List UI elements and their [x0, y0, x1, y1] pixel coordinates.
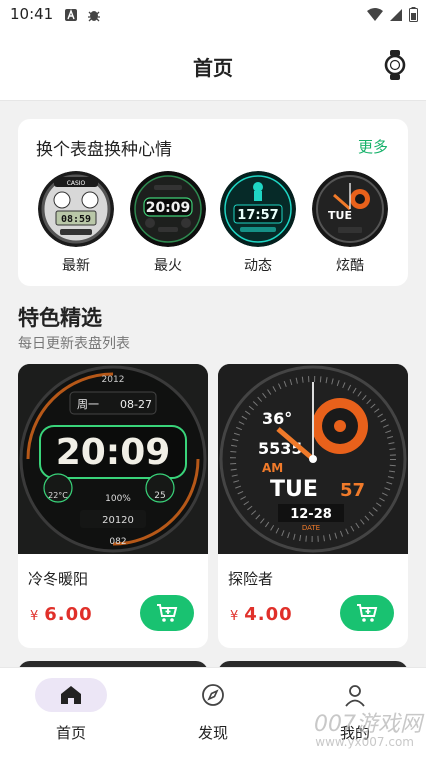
face-temp: 36° [262, 409, 292, 428]
product-name: 探险者 [228, 570, 274, 588]
face-temp: 22°C [48, 491, 68, 500]
add-to-cart-button[interactable] [140, 595, 194, 631]
status-time: 10:41 [10, 5, 54, 23]
face-date: 12-28 [290, 507, 332, 522]
signal-icon [390, 8, 402, 21]
face-year: 2012 [102, 375, 125, 385]
add-to-cart-button[interactable] [340, 595, 394, 631]
face-day: TUE [270, 477, 318, 502]
face-ampm: AM [262, 461, 283, 475]
face-category-cool[interactable]: TUE 炫酷 [310, 171, 390, 275]
face-category-label: 炫酷 [336, 258, 364, 274]
status-notification-icons [64, 7, 102, 23]
product-price: ¥6.00 [30, 604, 93, 625]
face-time: 20:09 [146, 200, 191, 216]
face-battery: 100% [105, 494, 131, 504]
product-price: ¥4.00 [230, 604, 293, 625]
wifi-icon [367, 7, 383, 21]
face-category-hot[interactable]: 20:09 最火 [128, 171, 208, 275]
page-title: 首页 [193, 56, 233, 80]
product-name: 冷冬暖阳 [28, 570, 89, 588]
face-category-label: 最火 [154, 258, 182, 274]
battery-icon [409, 7, 418, 22]
face-moon: 25 [154, 491, 165, 501]
bug-icon [88, 11, 100, 22]
smartwatch-button[interactable] [382, 48, 408, 82]
smartwatch-icon [384, 50, 406, 80]
face-date-label: DATE [302, 524, 320, 532]
nav-label: 发现 [197, 724, 228, 742]
home-icon [61, 686, 81, 704]
product-image: 2012 周一 08-27 20:09 22°C 100% 25 20120 0… [18, 364, 208, 554]
face-thumbnail: CASIO 08:59 [38, 171, 114, 247]
face-category-label: 最新 [62, 258, 90, 274]
nav-indicator [177, 678, 249, 712]
face-thumbnail: 20:09 [130, 171, 206, 247]
status-system-icons [367, 7, 418, 22]
face-thumbnail: 17:57 [220, 171, 296, 247]
nav-discover[interactable]: 发现 [163, 678, 263, 743]
watchface-switch-card: 换个表盘换种心情 更多 CASIO 08:59 最新 20:09 最火 17:5… [18, 119, 408, 286]
nav-indicator [35, 678, 107, 712]
top-app-bar: 首页 [0, 30, 426, 101]
face-date: 08-27 [120, 398, 152, 411]
nav-label: 首页 [55, 724, 86, 742]
face-brand: CASIO [67, 180, 86, 187]
compass-icon [202, 684, 224, 706]
font-a-icon [65, 9, 77, 21]
section-subtitle: 每日更新表盘列表 [18, 336, 130, 352]
face-category-latest[interactable]: CASIO 08:59 最新 [36, 171, 116, 275]
face-day: TUE [328, 209, 352, 222]
status-bar: 10:41 [0, 0, 426, 30]
face-time: 08:59 [61, 214, 91, 225]
face-weekday: 周一 [77, 398, 99, 411]
user-icon [345, 685, 365, 707]
currency-symbol: ¥ [230, 609, 239, 624]
face-second: 57 [340, 480, 365, 501]
currency-symbol: ¥ [30, 609, 39, 624]
product-card[interactable]: 36° 5535 AM TUE 57 12-28 DATE 探险者 ¥4.00 [218, 364, 408, 648]
face-heart: 082 [109, 537, 126, 547]
more-link[interactable]: 更多 [358, 136, 388, 157]
nav-home[interactable]: 首页 [21, 678, 121, 743]
face-thumbnail: TUE [312, 171, 388, 247]
face-time: 20:09 [56, 432, 171, 473]
product-image: 36° 5535 AM TUE 57 12-28 DATE [218, 364, 408, 554]
face-category-dynamic[interactable]: 17:57 动态 [218, 171, 298, 275]
watermark-logo: 007游戏网 [314, 712, 422, 737]
cart-plus-icon [357, 604, 378, 622]
product-card[interactable]: 2012 周一 08-27 20:09 22°C 100% 25 20120 0… [18, 364, 208, 648]
face-steps: 20120 [102, 515, 134, 526]
price-value: 6.00 [44, 604, 93, 625]
face-category-label: 动态 [244, 258, 272, 274]
price-value: 4.00 [244, 604, 293, 625]
card-title: 换个表盘换种心情 [36, 140, 172, 160]
cart-plus-icon [157, 604, 178, 622]
section-title: 特色精选 [18, 306, 102, 330]
face-time: 17:57 [237, 208, 278, 223]
watermark-url: www.yx007.com [315, 735, 414, 749]
